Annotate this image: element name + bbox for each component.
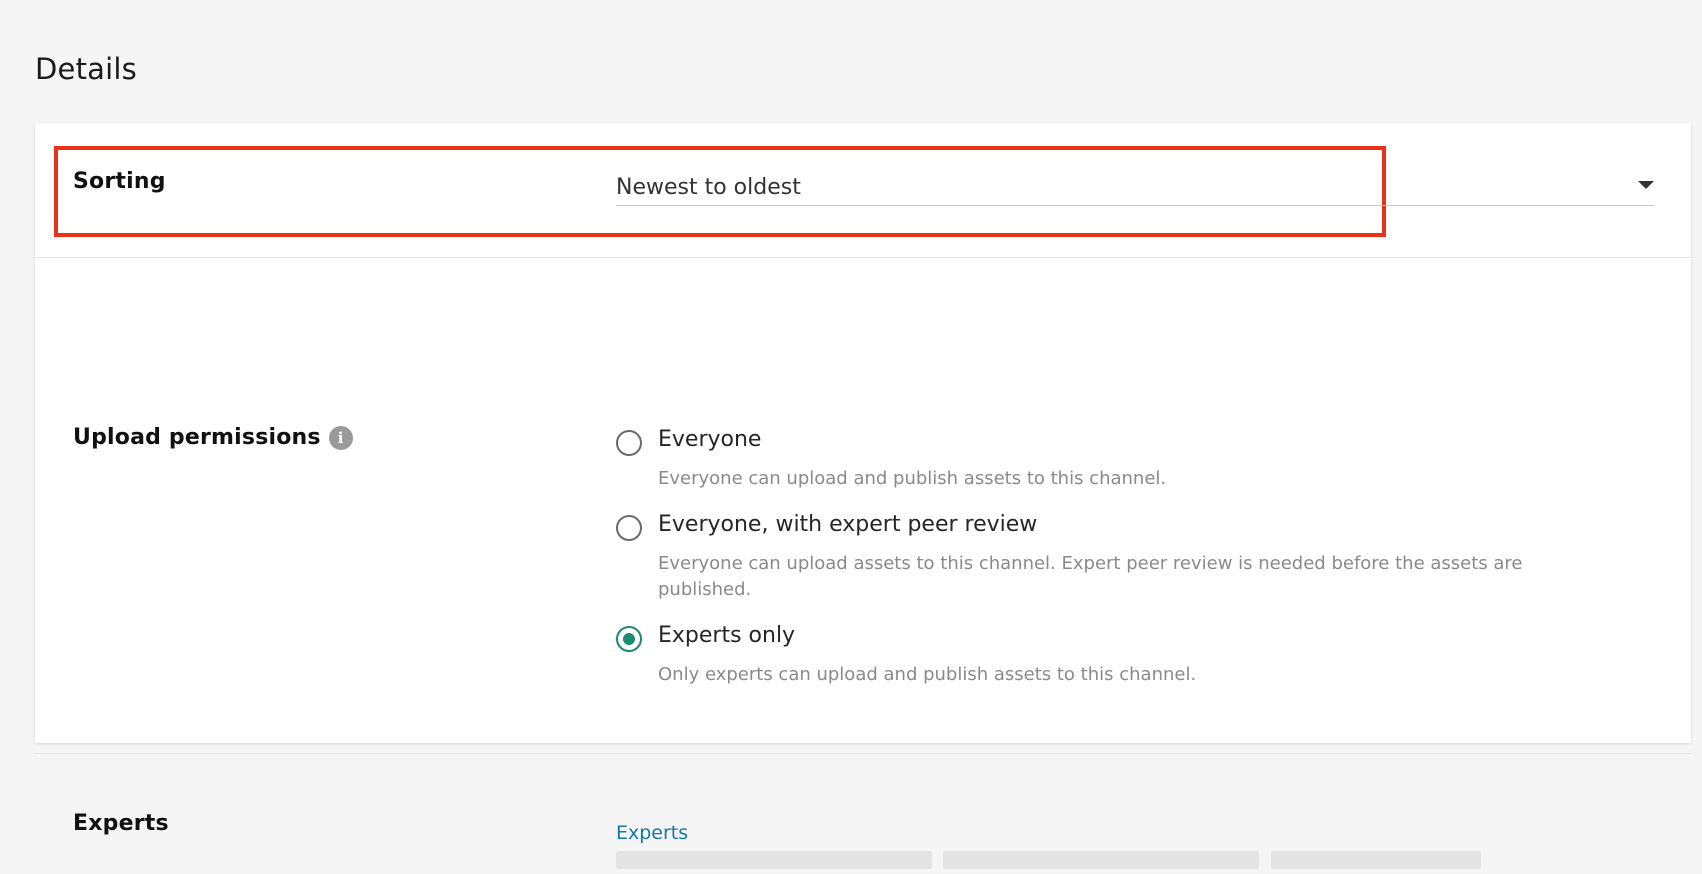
page-title: Details bbox=[35, 52, 137, 86]
upload-permissions-label: Upload permissions i bbox=[73, 425, 353, 450]
radio-label-everyone[interactable]: Everyone bbox=[658, 427, 761, 452]
info-icon[interactable]: i bbox=[328, 426, 353, 450]
expert-chip[interactable] bbox=[943, 851, 1259, 869]
experts-section: Experts Experts bbox=[35, 754, 1691, 874]
sorting-label: Sorting bbox=[73, 169, 166, 194]
radio-description-everyone-peer-review: Everyone can upload assets to this chann… bbox=[658, 553, 1523, 600]
experts-link[interactable]: Experts bbox=[616, 822, 688, 844]
radio-label-everyone-peer-review[interactable]: Everyone, with expert peer review bbox=[658, 512, 1037, 537]
expert-chip[interactable] bbox=[616, 851, 932, 869]
radio-button-experts-only[interactable] bbox=[616, 626, 642, 652]
expert-chip[interactable] bbox=[1271, 851, 1481, 869]
upload-permissions-label-text: Upload permissions bbox=[73, 425, 321, 450]
details-card: Sorting Newest to oldest Upload permissi… bbox=[35, 123, 1691, 869]
sorting-select[interactable]: Newest to oldest bbox=[616, 165, 1654, 206]
sorting-selected-value: Newest to oldest bbox=[616, 175, 801, 200]
experts-label: Experts bbox=[73, 811, 169, 836]
radio-description-everyone: Everyone can upload and publish assets t… bbox=[658, 468, 1167, 489]
radio-button-everyone[interactable] bbox=[616, 430, 642, 456]
chevron-down-icon[interactable] bbox=[1638, 181, 1654, 189]
radio-label-experts-only[interactable]: Experts only bbox=[658, 623, 795, 648]
radio-description-experts-only: Only experts can upload and publish asse… bbox=[658, 664, 1197, 685]
upload-permissions-section: Upload permissions i Everyone Everyone ca… bbox=[35, 258, 1691, 754]
radio-button-everyone-peer-review[interactable] bbox=[616, 515, 642, 541]
sorting-section: Sorting Newest to oldest bbox=[35, 123, 1691, 258]
